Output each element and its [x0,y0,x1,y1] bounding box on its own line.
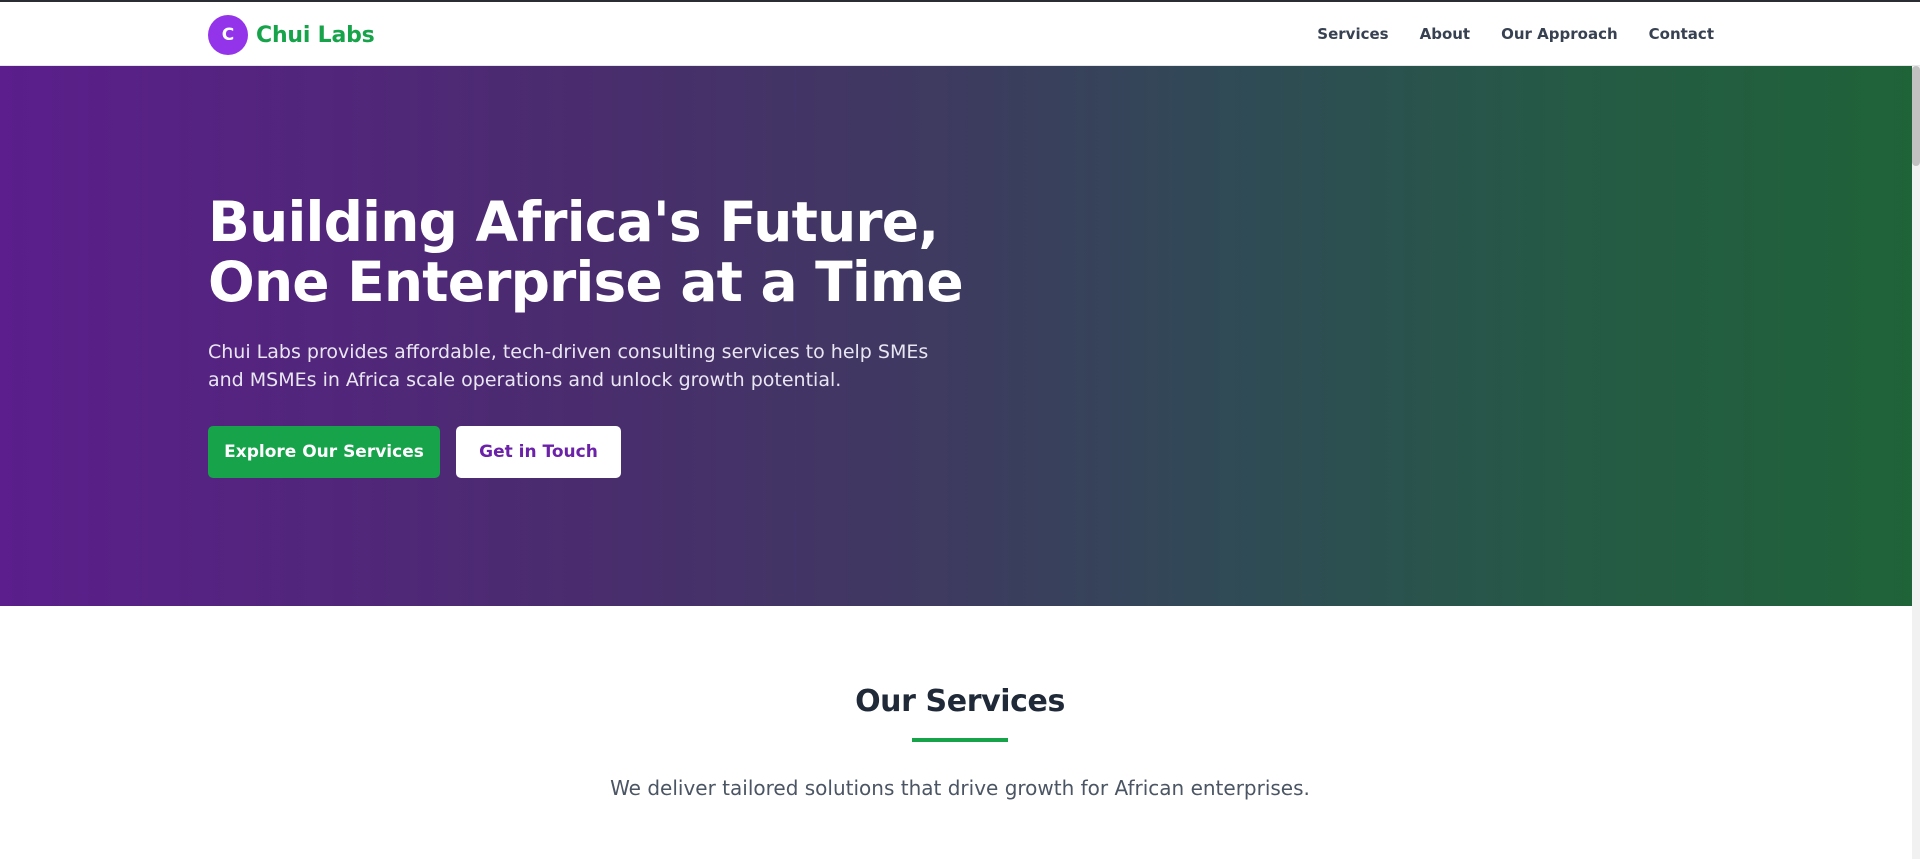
explore-services-button[interactable]: Explore Our Services [208,426,440,478]
get-in-touch-button[interactable]: Get in Touch [456,426,621,478]
logo-badge: C [208,15,248,55]
services-heading-underline [912,738,1008,742]
services-heading: Our Services [855,684,1065,719]
hero-subtitle: Chui Labs provides affordable, tech-driv… [208,341,929,391]
page-scrollbar-thumb[interactable] [1912,66,1920,166]
nav-link-contact[interactable]: Contact [1649,25,1714,43]
brand-name: Chui Labs [256,22,375,48]
page-scrollbar-track[interactable] [1912,66,1920,859]
brand-logo-link[interactable]: C Chui Labs [208,15,375,55]
hero-section: Building Africa's Future, One Enterprise… [0,66,1920,606]
navbar: C Chui Labs Services About Our Approach … [0,2,1920,66]
main-menu: Services About Our Approach Contact [1317,2,1714,66]
hero-title: Building Africa's Future, One Enterprise… [208,190,964,314]
nav-link-services[interactable]: Services [1317,25,1388,43]
nav-link-our-approach[interactable]: Our Approach [1501,25,1618,43]
nav-link-about[interactable]: About [1420,25,1471,43]
services-subtitle: We deliver tailored solutions that drive… [610,776,1310,800]
